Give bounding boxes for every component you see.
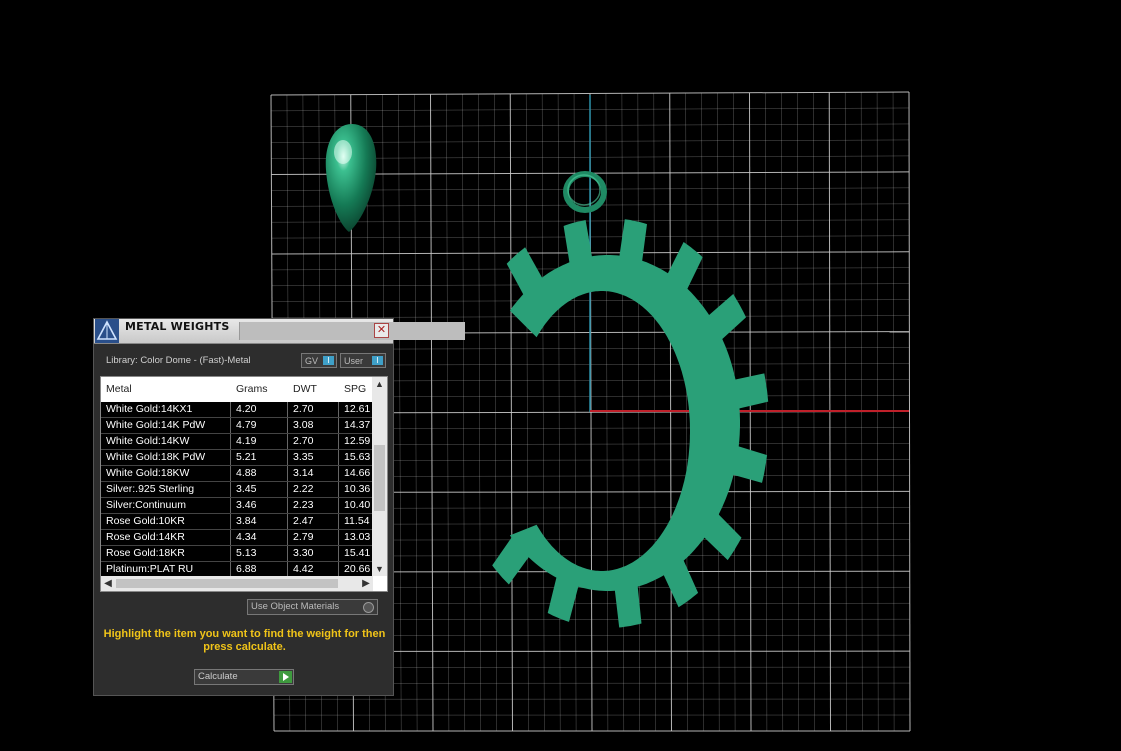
grams-cell: 4.20: [231, 402, 288, 417]
horizontal-scroll-thumb[interactable]: [116, 579, 338, 588]
scroll-right-icon[interactable]: ▶: [359, 576, 373, 591]
dwt-cell: 4.42: [288, 562, 339, 577]
grams-cell: 3.84: [231, 514, 288, 529]
metal-cell: Silver:Continuum: [101, 498, 231, 513]
vertical-scroll-thumb[interactable]: [374, 445, 385, 511]
dwt-cell: 2.23: [288, 498, 339, 513]
instruction-text: Highlight the item you want to find the …: [103, 628, 386, 653]
table-row[interactable]: Rose Gold:14KR 4.34 2.79 13.03: [101, 530, 373, 546]
gv-toggle-knob: I: [323, 356, 334, 365]
table-row[interactable]: White Gold:14KW 4.19 2.70 12.59: [101, 434, 373, 450]
metal-cell: White Gold:14K PdW: [101, 418, 231, 433]
radio-icon[interactable]: [363, 602, 374, 613]
table-row[interactable]: White Gold:18K PdW 5.21 3.35 15.63: [101, 450, 373, 466]
metal-cell: Platinum:PLAT RU: [101, 562, 231, 577]
table-rows: White Gold:14KX1 4.20 2.70 12.61 White Gold:…: [101, 402, 373, 578]
column-header-metal[interactable]: Metal: [101, 377, 231, 401]
table-row[interactable]: White Gold:14K PdW 4.79 3.08 14.37: [101, 418, 373, 434]
metal-cell: White Gold:18K PdW: [101, 450, 231, 465]
spg-cell: 11.54: [344, 515, 370, 527]
column-header-dwt[interactable]: DWT: [288, 377, 339, 401]
scroll-left-icon[interactable]: ◀: [101, 576, 115, 591]
dwt-cell: 3.08: [288, 418, 339, 433]
spg-cell: 15.41: [344, 547, 371, 559]
gv-label: GV: [305, 356, 319, 366]
gv-toggle[interactable]: GV I: [301, 353, 337, 368]
column-header-grams[interactable]: Grams: [231, 377, 288, 401]
metal-cell: White Gold:14KW: [101, 434, 231, 449]
library-label: Library: Color Dome - (Fast)-Metal: [106, 355, 251, 366]
grams-cell: 4.88: [231, 466, 288, 481]
panel-title: METAL WEIGHTS: [125, 320, 230, 333]
play-icon: [279, 671, 292, 683]
user-toggle[interactable]: User I: [340, 353, 386, 368]
horizontal-scrollbar[interactable]: ◀ ▶: [101, 576, 373, 591]
spg-cell: 20.66: [344, 563, 371, 575]
column-header-spg[interactable]: SPG: [339, 377, 373, 401]
spg-cell: 12.61: [344, 403, 371, 415]
use-object-materials-label: Use Object Materials: [251, 601, 340, 612]
title-tab-strip: [239, 322, 465, 340]
dwt-cell: 3.35: [288, 450, 339, 465]
panel-titlebar[interactable]: METAL WEIGHTS ✕: [94, 319, 465, 344]
spg-cell: 13.03: [344, 531, 371, 543]
spg-cell: 14.66: [344, 467, 371, 479]
spg-cell: 14.37: [344, 419, 371, 431]
teardrop-gem[interactable]: [325, 124, 377, 232]
metal-weights-panel: METAL WEIGHTS ✕ Library: Color Dome - (F…: [93, 318, 465, 696]
dwt-cell: 2.47: [288, 514, 339, 529]
table-row[interactable]: Rose Gold:18KR 5.13 3.30 15.41: [101, 546, 373, 562]
dwt-cell: 2.79: [288, 530, 339, 545]
grams-cell: 3.45: [231, 482, 288, 497]
spg-cell: 12.59: [344, 435, 371, 447]
gear-letter-c-pendant[interactable]: [492, 219, 769, 628]
grams-cell: 4.79: [231, 418, 288, 433]
scroll-up-icon[interactable]: ▲: [372, 377, 387, 391]
table-header: Metal Grams DWT SPG: [101, 377, 373, 401]
metal-cell: Rose Gold:14KR: [101, 530, 231, 545]
vertical-scrollbar[interactable]: ▲ ▼: [372, 377, 387, 576]
dwt-cell: 2.22: [288, 482, 339, 497]
user-label: User: [344, 356, 364, 366]
dwt-cell: 3.30: [288, 546, 339, 561]
grams-cell: 6.88: [231, 562, 288, 577]
metal-cell: Rose Gold:10KR: [101, 514, 231, 529]
calculate-label: Calculate: [198, 671, 238, 682]
dwt-cell: 2.70: [288, 402, 339, 417]
spg-cell: 10.40: [344, 499, 371, 511]
spg-cell: 10.36: [344, 483, 371, 495]
metal-cell: Rose Gold:18KR: [101, 546, 231, 561]
table-row[interactable]: White Gold:18KW 4.88 3.14 14.66: [101, 466, 373, 482]
bail-ring[interactable]: [563, 171, 607, 213]
close-button[interactable]: ✕: [374, 323, 389, 338]
metal-cell: Silver:.925 Sterling: [101, 482, 231, 497]
dwt-cell: 2.70: [288, 434, 339, 449]
grams-cell: 3.46: [231, 498, 288, 513]
scroll-down-icon[interactable]: ▼: [372, 562, 387, 576]
calculate-button[interactable]: Calculate: [194, 669, 294, 685]
grams-cell: 4.19: [231, 434, 288, 449]
matrix-logo-icon: [95, 319, 119, 343]
table-row[interactable]: Silver:Continuum 3.46 2.23 10.40: [101, 498, 373, 514]
metal-cell: White Gold:14KX1: [101, 402, 231, 417]
table-row[interactable]: Silver:.925 Sterling 3.45 2.22 10.36: [101, 482, 373, 498]
grams-cell: 5.21: [231, 450, 288, 465]
grams-cell: 5.13: [231, 546, 288, 561]
metal-cell: White Gold:18KW: [101, 466, 231, 481]
grams-cell: 4.34: [231, 530, 288, 545]
metal-table[interactable]: Metal Grams DWT SPG White Gold:14KX1 4.20…: [100, 376, 388, 592]
user-toggle-knob: I: [372, 356, 383, 365]
spg-cell: 15.63: [344, 451, 371, 463]
table-row[interactable]: Rose Gold:10KR 3.84 2.47 11.54: [101, 514, 373, 530]
use-object-materials-option[interactable]: Use Object Materials: [247, 599, 378, 615]
table-row[interactable]: White Gold:14KX1 4.20 2.70 12.61: [101, 402, 373, 418]
dwt-cell: 3.14: [288, 466, 339, 481]
